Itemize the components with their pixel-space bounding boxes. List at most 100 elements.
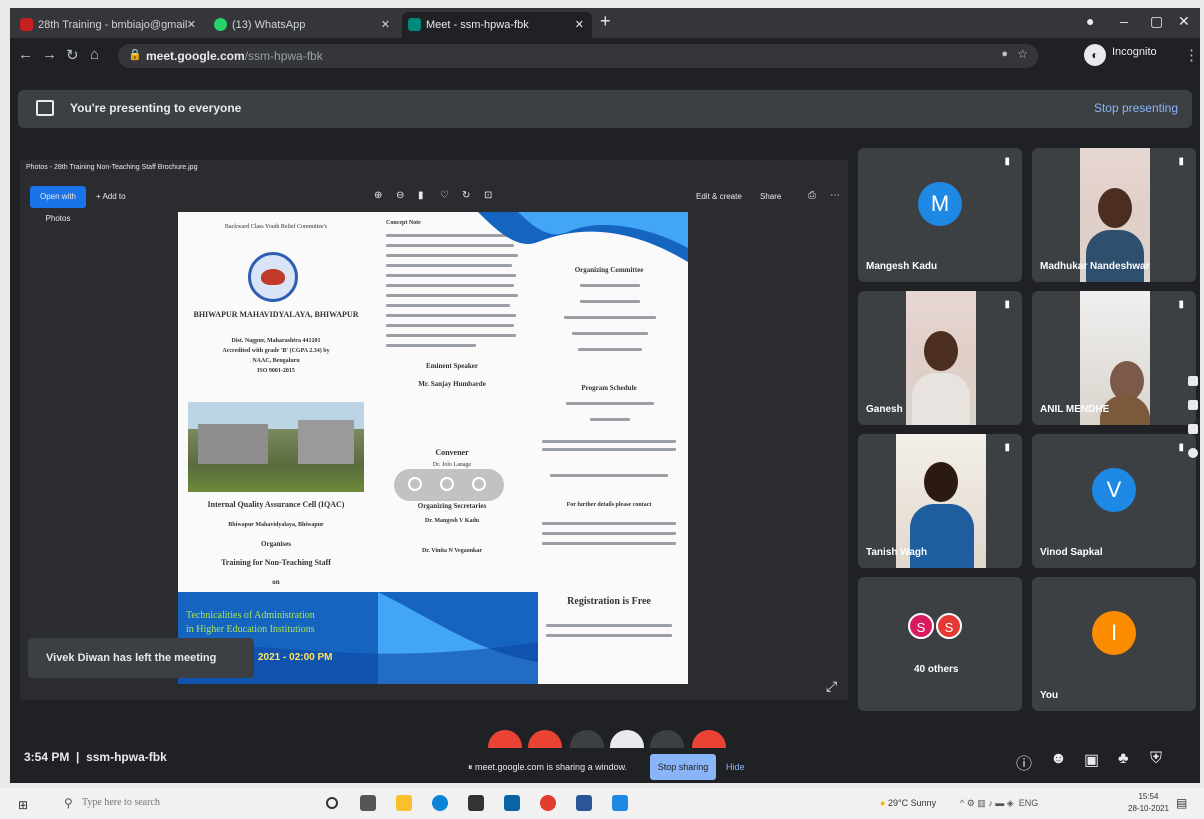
cortana-icon[interactable] <box>326 797 338 809</box>
participant-tile[interactable]: M ▮ Mangesh Kadu <box>858 148 1022 282</box>
chat-icon[interactable]: ▣ <box>1084 750 1099 770</box>
address-line: ISO 9001-2015 <box>257 368 295 374</box>
store-icon[interactable] <box>468 795 484 811</box>
tab-whatsapp[interactable]: (13) WhatsApp ✕ <box>208 12 398 38</box>
delete-icon[interactable]: ▮ <box>418 190 424 201</box>
settings-icon[interactable] <box>472 477 486 491</box>
meet-window: 28th Training - bmbiajo@gmail · ✕ (13) W… <box>10 8 1200 783</box>
tab-search-icon[interactable]: ● <box>1086 13 1094 29</box>
leave-call-button[interactable] <box>692 730 726 748</box>
raise-hand-button[interactable] <box>610 730 644 748</box>
share-icon[interactable] <box>1188 424 1198 434</box>
person-face <box>924 462 958 502</box>
participant-tile[interactable]: ▮ Tanish Wagh <box>858 434 1022 568</box>
person-body <box>910 504 974 568</box>
schedule-heading: Program Schedule <box>581 384 637 392</box>
hide-button[interactable]: Hide <box>726 762 745 772</box>
close-window-icon[interactable]: ✕ <box>1178 13 1190 30</box>
sharing-indicator: ⏸ meet.google.com is sharing a window. <box>468 762 628 772</box>
tab-label: 28th Training - bmbiajo@gmail · <box>38 19 195 31</box>
present-button[interactable] <box>650 730 684 748</box>
zoom-in-icon[interactable]: ⊕ <box>374 190 382 201</box>
host-controls-icon[interactable]: ⛨ <box>1150 750 1162 768</box>
minimize-icon[interactable]: – <box>1120 13 1128 29</box>
reload-icon[interactable]: ↻ <box>66 46 79 64</box>
participant-tile[interactable]: S S 40 others <box>858 577 1022 711</box>
info-icon[interactable]: ⓘ <box>1016 750 1032 774</box>
camera-button[interactable] <box>528 730 562 748</box>
favorite-icon[interactable]: ♡ <box>440 190 449 201</box>
star-icon[interactable]: ☆ <box>1017 47 1028 61</box>
people-icon[interactable]: ☻ <box>1050 750 1067 768</box>
url-field[interactable]: 🔒 meet.google.com/ssm-hpwa-fbk ● ☆ <box>118 44 1038 68</box>
add-to-button[interactable]: + Add to <box>96 186 126 208</box>
new-tab-button[interactable]: + <box>600 11 611 32</box>
meet-icon <box>408 18 421 31</box>
tab-gmail[interactable]: 28th Training - bmbiajo@gmail · ✕ <box>14 12 204 38</box>
back-icon[interactable]: ← <box>18 46 33 63</box>
crop-icon[interactable]: ⊡ <box>484 190 492 201</box>
sun-icon: ● <box>880 798 886 808</box>
presenting-text: You're presenting to everyone <box>70 101 242 115</box>
open-with-button[interactable]: Open with Photos <box>30 186 86 223</box>
rotate-icon[interactable]: ↻ <box>462 190 470 201</box>
convener-name: Dr. Jolo Lanage <box>432 462 472 468</box>
pen-icon[interactable] <box>408 477 422 491</box>
camera-icon[interactable] <box>1188 376 1198 386</box>
forward-icon[interactable]: → <box>42 46 57 63</box>
mail-icon[interactable] <box>504 795 520 811</box>
incognito-icon[interactable]: ◐ <box>1084 44 1106 66</box>
taskbar-clock[interactable]: 15:54 28-10-2021 <box>1128 791 1169 815</box>
video-icon[interactable] <box>1188 400 1198 410</box>
participant-tile[interactable]: ▮ Madhukar Nandeshwar <box>1032 148 1196 282</box>
close-icon[interactable]: ✕ <box>187 12 196 38</box>
text-line <box>564 316 656 319</box>
mic-off-icon: ▮ <box>1178 156 1184 167</box>
chrome-icon[interactable] <box>540 795 556 811</box>
edit-create-button[interactable]: Edit & create <box>696 186 742 208</box>
participant-tile[interactable]: ▮ ANIL MENDHE <box>1032 291 1196 425</box>
details-heading: For further details please contact <box>566 502 652 508</box>
settings-icon[interactable] <box>1188 448 1198 458</box>
zoom-out-icon[interactable]: ⊖ <box>396 190 404 201</box>
share-button[interactable]: Share <box>760 186 781 208</box>
shared-window-title: Photos - 28th Training Non-Teaching Staf… <box>26 164 198 171</box>
participant-tile[interactable]: V ▮ Vinod Sapkal <box>1032 434 1196 568</box>
brochure-left-column: Backward Class Youth Relief Committee's … <box>178 212 374 592</box>
edge-icon[interactable] <box>432 795 448 811</box>
stop-presenting-button[interactable]: Stop presenting <box>1094 101 1178 115</box>
close-icon[interactable]: ✕ <box>575 12 584 38</box>
stop-sharing-button[interactable]: Stop sharing <box>650 754 716 780</box>
notification-icon[interactable]: ▤ <box>1176 796 1187 810</box>
system-tray[interactable]: ^ ⚙ ▥ ♪ ▬ ◈ ENG <box>960 798 1038 809</box>
photos-toolbar: Open with Photos + Add to ⊕ ⊖ ▮ ♡ ↻ ⊡ Ed… <box>20 182 848 223</box>
file-explorer-icon[interactable] <box>396 795 412 811</box>
mic-button[interactable] <box>488 730 522 748</box>
text-line <box>386 324 514 327</box>
brochure-middle-column: Concept Note Eminent Speaker Mr. Sanjay … <box>374 212 530 592</box>
print-icon[interactable]: ⎙ <box>808 190 816 201</box>
camera-icon[interactable]: ● <box>1001 48 1008 60</box>
close-icon[interactable]: ✕ <box>381 12 390 38</box>
expand-icon[interactable]: ⤢ <box>826 678 837 695</box>
avatar: I <box>1092 611 1136 655</box>
app-icon[interactable] <box>612 795 628 811</box>
text-line <box>386 264 512 267</box>
weather-widget[interactable]: ● 29°C Sunny <box>880 798 936 808</box>
task-view-icon[interactable] <box>360 795 376 811</box>
training-text: Training for Non-Teaching Staff <box>221 558 331 567</box>
taskbar-search-input[interactable] <box>82 797 242 808</box>
magnify-icon[interactable] <box>440 477 454 491</box>
participant-tile[interactable]: I You <box>1032 577 1196 711</box>
windows-start-icon[interactable]: ⊞ <box>18 798 28 812</box>
participant-tile[interactable]: ▮ Ganesh <box>858 291 1022 425</box>
home-icon[interactable]: ⌂ <box>90 46 99 63</box>
captions-button[interactable] <box>570 730 604 748</box>
tab-meet[interactable]: Meet - ssm-hpwa-fbk ✕ <box>402 12 592 38</box>
menu-icon[interactable]: ⋮ <box>1184 46 1199 64</box>
word-icon[interactable] <box>576 795 592 811</box>
activities-icon[interactable]: ♣ <box>1118 750 1129 768</box>
secretary-name: Dr. Mangesh V Kadu <box>424 518 480 524</box>
more-icon[interactable]: ⋯ <box>830 190 840 201</box>
maximize-icon[interactable]: ▢ <box>1150 13 1163 30</box>
